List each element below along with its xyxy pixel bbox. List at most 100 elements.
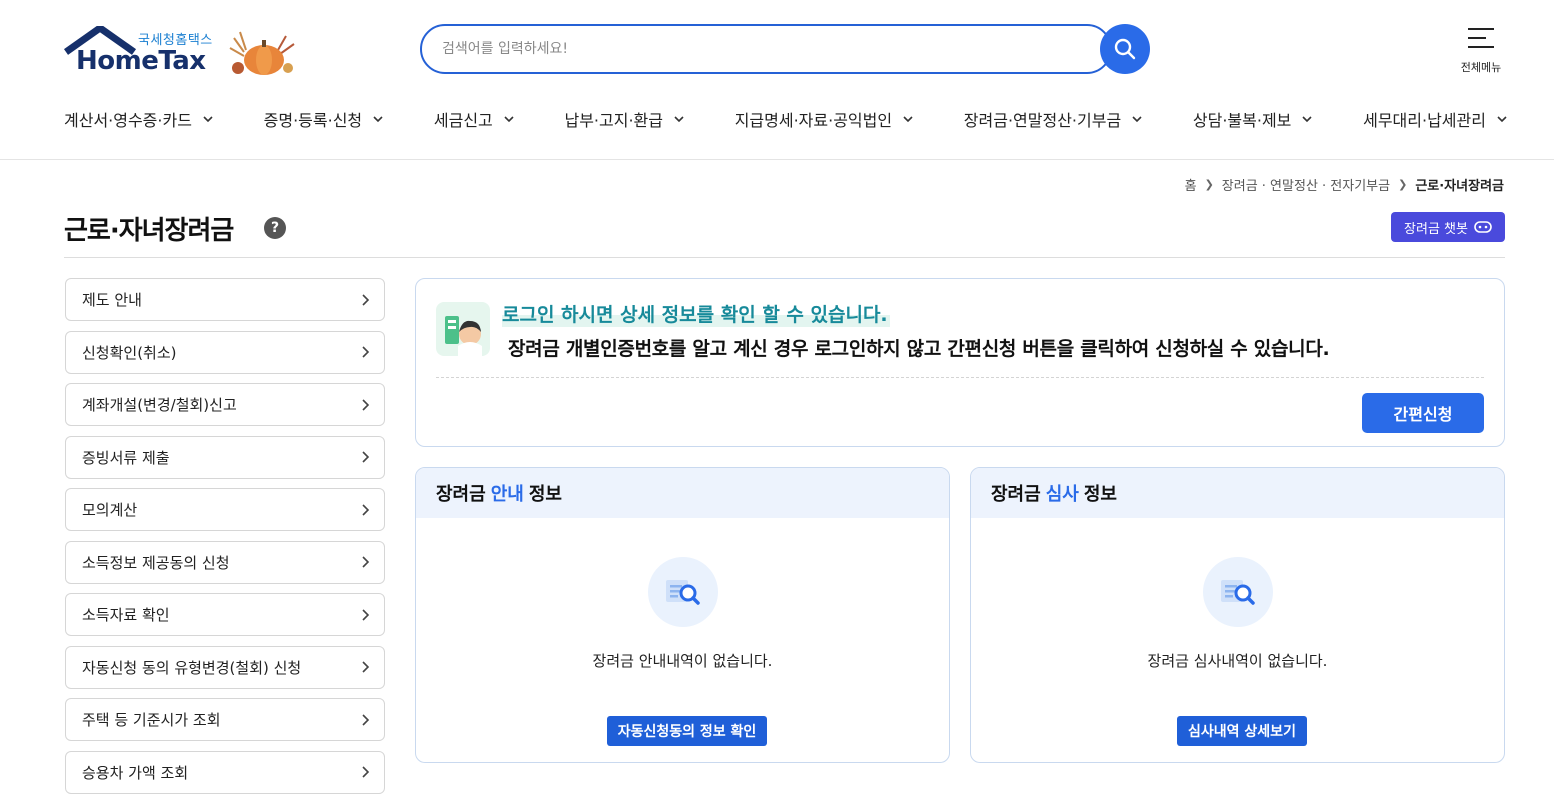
empty-message: 장려금 안내내역이 없습니다.: [592, 652, 773, 670]
side-item-account[interactable]: 계좌개설(변경/철회)신고: [65, 383, 385, 426]
login-person-icon: [436, 302, 490, 356]
chevron-right-icon: [362, 293, 370, 306]
side-item-income-data[interactable]: 소득자료 확인: [65, 593, 385, 636]
side-item-system-guide[interactable]: 제도 안내: [65, 278, 385, 321]
gnb-item-label: 계산서·영수증·카드: [64, 111, 192, 130]
easy-apply-button[interactable]: 간편신청: [1362, 393, 1484, 433]
side-item-auto-apply[interactable]: 자동신청 동의 유형변경(철회) 신청: [65, 645, 385, 689]
panel-title-highlight: 심사: [1045, 484, 1079, 505]
gnb-item-label: 납부·고지·환급: [564, 111, 663, 130]
auto-apply-info-button[interactable]: 자동신청동의 정보 확인: [607, 716, 767, 746]
chevron-right-icon: [362, 766, 370, 778]
side-item-label: 신청확인(취소): [82, 343, 177, 362]
chatbot-button[interactable]: 장려금 챗봇: [1391, 212, 1505, 242]
breadcrumb-current: 근로·자녀장려금: [1415, 179, 1504, 194]
chatbot-label: 장려금 챗봇: [1404, 221, 1468, 237]
logo-title: HomeTax: [76, 46, 206, 76]
side-item-house-price[interactable]: 주택 등 기준시가 조회: [65, 698, 385, 741]
panel-title-highlight: 안내: [490, 484, 524, 505]
chevron-down-icon: [373, 116, 383, 123]
gnb-item-label: 상담·불복·제보: [1192, 111, 1292, 130]
side-item-label: 소득정보 제공동의 신청: [82, 553, 230, 572]
chevron-down-icon: [1132, 116, 1142, 123]
gnb-item-payment[interactable]: 납부·고지·환급: [564, 104, 685, 134]
gnb-item-label: 지급명세·자료·공익법인: [734, 111, 893, 130]
chevron-down-icon: [1302, 116, 1312, 123]
search-input[interactable]: [442, 26, 1082, 72]
side-item-label: 모의계산: [82, 501, 138, 519]
notice-divider: [436, 377, 1484, 378]
incentive-review-panel: 장려금 심사 정보 장려금 심사내역이 없습니다. 심사내역 상세보기: [970, 467, 1505, 763]
gnb-item-statement[interactable]: 지급명세·자료·공익법인: [735, 104, 914, 134]
side-item-label: 자동신청 동의 유형변경(철회) 신청: [82, 658, 302, 677]
gnb-item-label: 증명·등록·신청: [263, 111, 363, 130]
help-icon[interactable]: ?: [264, 217, 286, 239]
side-item-label: 소득자료 확인: [82, 606, 170, 624]
chevron-right-icon: [362, 346, 370, 358]
breadcrumb-separator-icon: ❯: [1398, 178, 1408, 191]
global-navigation: 계산서·영수증·카드 증명·등록·신청 세금신고 납부·고지·환급 지급명세·자…: [64, 104, 1508, 134]
chevron-right-icon: [362, 451, 370, 463]
all-menu-label: 전체메뉴: [1460, 61, 1502, 74]
panel-title-pre: 장려금: [991, 484, 1041, 505]
gnb-item-consult[interactable]: 상담·불복·제보: [1193, 104, 1314, 134]
gnb-item-agent[interactable]: 세무대리·납세관리: [1363, 104, 1508, 134]
panel-title-pre: 장려금: [436, 484, 486, 505]
panel-header: 장려금 심사 정보: [971, 468, 1504, 518]
side-item-documents[interactable]: 증빙서류 제출: [65, 435, 385, 479]
gnb-item-certificate[interactable]: 증명·등록·신청: [264, 104, 385, 134]
chevron-right-icon: [362, 608, 370, 621]
login-headline: 로그인 하시면 상세 정보를 확인 할 수 있습니다.: [502, 300, 890, 327]
breadcrumb-separator-icon: ❯: [1204, 178, 1214, 191]
side-item-income-consent[interactable]: 소득정보 제공동의 신청: [65, 540, 385, 584]
pumpkin-decoration-icon: [229, 31, 295, 75]
chevron-right-icon: [362, 556, 370, 568]
incentive-guide-panel: 장려금 안내 정보 장려금 안내내역이 없습니다. 자동신청동의 정보 확인: [415, 467, 950, 763]
gnb-item-label: 세금신고: [433, 111, 493, 130]
all-menu-button[interactable]: 전체메뉴: [1450, 24, 1512, 76]
chevron-right-icon: [362, 398, 370, 411]
breadcrumb-home[interactable]: 홈: [1185, 175, 1197, 194]
header-divider: [0, 159, 1554, 160]
side-item-label: 승용차 가액 조회: [82, 763, 189, 782]
chevron-right-icon: [362, 661, 370, 673]
document-search-icon: [648, 557, 718, 627]
chevron-right-icon: [362, 713, 370, 726]
page-title: 근로·자녀장려금: [64, 216, 234, 246]
search-icon: [1114, 38, 1136, 60]
chevron-right-icon: [362, 503, 370, 516]
breadcrumb: 홈 ❯ 장려금 · 연말정산 · 전자기부금 ❯ 근로·자녀장려금: [1185, 175, 1504, 194]
side-menu: 제도 안내 신청확인(취소) 계좌개설(변경/철회)신고 증빙서류 제출 모의계…: [65, 278, 385, 803]
panel-title-post: 정보: [1083, 484, 1117, 505]
chevron-down-icon: [903, 116, 913, 123]
gnb-item-incentive[interactable]: 장려금·연말정산·기부금: [964, 104, 1143, 134]
search-button[interactable]: [1100, 24, 1150, 74]
empty-message: 장려금 심사내역이 없습니다.: [1147, 652, 1328, 670]
login-description: 장려금 개별인증번호를 알고 계신 경우 로그인하지 않고 간편신청 버튼을 클…: [508, 338, 1330, 360]
breadcrumb-level1[interactable]: 장려금 · 연말정산 · 전자기부금: [1222, 175, 1390, 194]
gnb-item-invoice[interactable]: 계산서·영수증·카드: [64, 104, 214, 134]
side-item-label: 주택 등 기준시가 조회: [82, 711, 221, 729]
chevron-down-icon: [674, 116, 684, 123]
hamburger-icon: [1468, 28, 1494, 55]
chatbot-icon: [1474, 221, 1492, 233]
login-notice-box: 로그인 하시면 상세 정보를 확인 할 수 있습니다. 장려금 개별인증번호를 …: [415, 278, 1505, 447]
gnb-item-label: 세무대리·납세관리: [1363, 111, 1486, 130]
document-search-icon: [1203, 557, 1273, 627]
panel-title-post: 정보: [528, 484, 562, 505]
chevron-down-icon: [203, 116, 213, 123]
review-detail-button[interactable]: 심사내역 상세보기: [1177, 716, 1307, 746]
gnb-item-tax-report[interactable]: 세금신고: [434, 104, 515, 134]
panel-header: 장려금 안내 정보: [416, 468, 949, 518]
side-item-car-price[interactable]: 승용차 가액 조회: [65, 750, 385, 794]
title-divider: [64, 257, 1505, 258]
side-item-application-check[interactable]: 신청확인(취소): [65, 330, 385, 374]
side-item-simulation[interactable]: 모의계산: [65, 488, 385, 531]
side-item-label: 증빙서류 제출: [82, 448, 170, 467]
chevron-down-icon: [504, 116, 514, 123]
gnb-item-label: 장려금·연말정산·기부금: [963, 111, 1122, 130]
side-item-label: 제도 안내: [82, 291, 142, 309]
chevron-down-icon: [1497, 116, 1507, 123]
hometax-logo[interactable]: 국세청홈택스 HomeTax: [64, 26, 304, 82]
side-item-label: 계좌개설(변경/철회)신고: [82, 396, 237, 414]
